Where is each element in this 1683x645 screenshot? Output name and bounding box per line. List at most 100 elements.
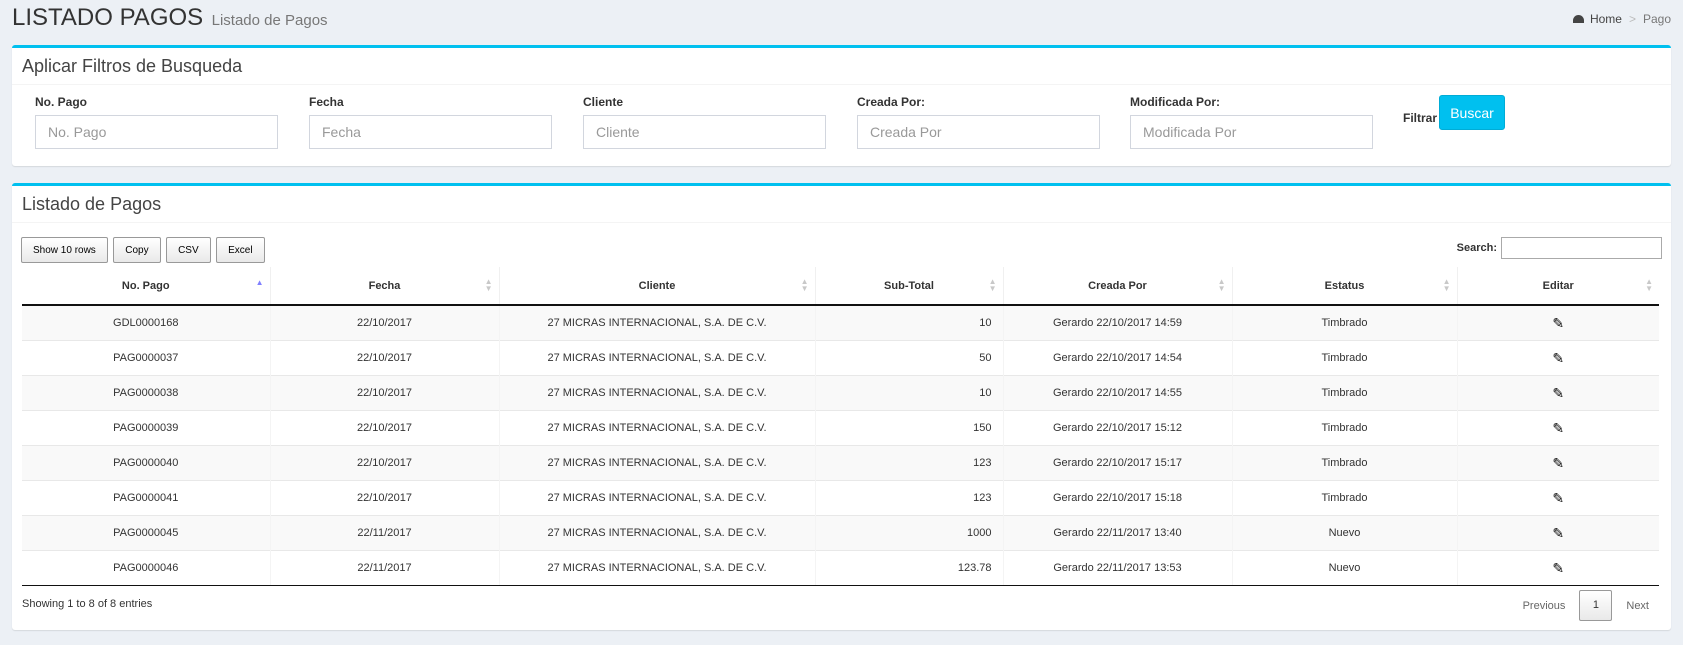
- estatus-cell: Timbrado: [1232, 304, 1458, 341]
- modificada-por-input[interactable]: [1130, 115, 1373, 149]
- sort-icon: ▲ ▼: [484, 277, 493, 293]
- filter-label: No. Pago: [35, 95, 88, 109]
- cliente-cell: 27 MICRAS INTERNACIONAL, S.A. DE C.V.: [499, 340, 816, 376]
- cliente-cell: 27 MICRAS INTERNACIONAL, S.A. DE C.V.: [499, 304, 816, 341]
- pencil-icon[interactable]: ✎: [1552, 455, 1564, 471]
- dashboard-icon: [1572, 15, 1584, 23]
- creada-por-cell: Gerardo 22/10/2017 14:55: [1003, 375, 1233, 411]
- pencil-icon[interactable]: ✎: [1552, 560, 1564, 576]
- next-button[interactable]: Next: [1626, 600, 1649, 612]
- no-pago-cell: PAG0000041: [22, 480, 271, 516]
- creada-por-cell: Gerardo 22/10/2017 14:54: [1003, 340, 1233, 376]
- excel-button[interactable]: Excel: [216, 237, 265, 263]
- table-row: PAG0000045 22/11/2017 27 MICRAS INTERNAC…: [22, 515, 1659, 551]
- fecha-cell: 22/10/2017: [270, 480, 500, 516]
- editar-cell: ✎: [1457, 340, 1659, 376]
- sort-icon: ▲ ▼: [988, 277, 997, 293]
- search-label: Search:: [1456, 241, 1497, 254]
- editar-cell: ✎: [1457, 410, 1659, 446]
- sort-icon: ▲ ▼: [800, 277, 809, 293]
- table-search: Search:: [1457, 237, 1662, 259]
- no-pago-input[interactable]: [35, 115, 278, 149]
- breadcrumb-separator: >: [1628, 12, 1636, 26]
- pagos-table: No. Pago ▲ Fecha ▲ ▼ Cliente ▲ ▼ Sub-Total ▲ ▼ …: [22, 267, 1659, 586]
- buscar-button[interactable]: Buscar: [1439, 95, 1505, 130]
- cliente-cell: 27 MICRAS INTERNACIONAL, S.A. DE C.V.: [499, 410, 816, 446]
- pencil-icon[interactable]: ✎: [1552, 385, 1564, 401]
- filters-box: Aplicar Filtros de Busqueda No. Pago Fec…: [12, 45, 1671, 166]
- page-1-button[interactable]: 1: [1579, 590, 1613, 621]
- column-header[interactable]: Sub-Total ▲ ▼: [815, 267, 1004, 306]
- no-pago-cell: PAG0000045: [22, 515, 271, 551]
- pencil-icon[interactable]: ✎: [1552, 315, 1564, 331]
- table-info: Showing 1 to 8 of 8 entries: [22, 598, 153, 610]
- table-row: GDL0000168 22/10/2017 27 MICRAS INTERNAC…: [22, 304, 1659, 341]
- estatus-cell: Nuevo: [1232, 550, 1458, 586]
- subtotal-cell: 1000: [815, 515, 1004, 551]
- copy-button[interactable]: Copy: [113, 237, 161, 263]
- column-header[interactable]: No. Pago ▲: [22, 267, 271, 306]
- list-box: Listado de Pagos Show 10 rows Copy CSV E…: [12, 183, 1671, 630]
- creada-por-cell: Gerardo 22/10/2017 14:59: [1003, 304, 1233, 341]
- editar-cell: ✎: [1457, 375, 1659, 411]
- editar-cell: ✎: [1457, 480, 1659, 516]
- creada-por-input[interactable]: [857, 115, 1100, 149]
- estatus-cell: Timbrado: [1232, 480, 1458, 516]
- table-toolbar: Show 10 rows Copy CSV Excel: [21, 237, 266, 263]
- table-row: PAG0000041 22/10/2017 27 MICRAS INTERNAC…: [22, 480, 1659, 516]
- fecha-cell: 22/11/2017: [270, 550, 500, 586]
- fecha-cell: 22/10/2017: [270, 340, 500, 376]
- column-header[interactable]: Cliente ▲ ▼: [499, 267, 816, 306]
- cliente-cell: 27 MICRAS INTERNACIONAL, S.A. DE C.V.: [499, 375, 816, 411]
- sort-icon: ▲ ▼: [1217, 277, 1226, 293]
- estatus-cell: Timbrado: [1232, 340, 1458, 376]
- pencil-icon[interactable]: ✎: [1552, 350, 1564, 366]
- page-subtitle: Listado de Pagos: [211, 12, 328, 29]
- estatus-cell: Timbrado: [1232, 445, 1458, 481]
- sort-icon: ▲ ▼: [1645, 277, 1653, 293]
- filter-modificada-por: Modificada Por:: [1130, 95, 1373, 149]
- no-pago-cell: PAG0000038: [22, 375, 271, 411]
- filter-no-pago: No. Pago: [35, 95, 278, 149]
- creada-por-cell: Gerardo 22/10/2017 15:12: [1003, 410, 1233, 446]
- no-pago-cell: PAG0000040: [22, 445, 271, 481]
- estatus-cell: Timbrado: [1232, 375, 1458, 411]
- column-header[interactable]: Editar ▲ ▼: [1457, 267, 1659, 306]
- cliente-cell: 27 MICRAS INTERNACIONAL, S.A. DE C.V.: [499, 445, 816, 481]
- sort-asc-icon: ▲: [255, 278, 264, 287]
- pencil-icon[interactable]: ✎: [1552, 420, 1564, 436]
- pagination: Previous 1 Next: [1523, 590, 1649, 621]
- fecha-cell: 22/10/2017: [270, 375, 500, 411]
- column-header[interactable]: Estatus ▲ ▼: [1232, 267, 1458, 306]
- creada-por-cell: Gerardo 22/11/2017 13:40: [1003, 515, 1233, 551]
- filtrar-label: Filtrar: [1403, 111, 1438, 125]
- cliente-input[interactable]: [583, 115, 826, 149]
- column-header[interactable]: Creada Por ▲ ▼: [1003, 267, 1233, 306]
- creada-por-cell: Gerardo 22/10/2017 15:18: [1003, 480, 1233, 516]
- filter-label: Fecha: [309, 95, 344, 109]
- table-row: PAG0000038 22/10/2017 27 MICRAS INTERNAC…: [22, 375, 1659, 411]
- fecha-input[interactable]: [309, 115, 552, 149]
- creada-por-cell: Gerardo 22/10/2017 15:17: [1003, 445, 1233, 481]
- table-header-row: No. Pago ▲ Fecha ▲ ▼ Cliente ▲ ▼ Sub-Total ▲ ▼ …: [22, 267, 1659, 306]
- csv-button[interactable]: CSV: [166, 237, 211, 263]
- editar-cell: ✎: [1457, 550, 1659, 586]
- show-rows-button[interactable]: Show 10 rows: [21, 237, 108, 263]
- previous-button[interactable]: Previous: [1523, 600, 1566, 612]
- fecha-cell: 22/10/2017: [270, 304, 500, 341]
- column-header[interactable]: Fecha ▲ ▼: [270, 267, 500, 306]
- breadcrumb: Home > Pago: [1572, 12, 1671, 26]
- breadcrumb-home[interactable]: Home: [1590, 12, 1622, 26]
- filter-fecha: Fecha: [309, 95, 552, 149]
- breadcrumb-current: Pago: [1642, 12, 1671, 26]
- pencil-icon[interactable]: ✎: [1552, 490, 1564, 506]
- search-input[interactable]: [1501, 237, 1662, 259]
- pencil-icon[interactable]: ✎: [1552, 525, 1564, 541]
- filter-label: Cliente: [583, 95, 624, 109]
- subtotal-cell: 123.78: [815, 550, 1004, 586]
- fecha-cell: 22/11/2017: [270, 515, 500, 551]
- subtotal-cell: 123: [815, 445, 1004, 481]
- filter-label: Modificada Por:: [1130, 95, 1221, 109]
- editar-cell: ✎: [1457, 304, 1659, 341]
- list-title: Listado de Pagos: [12, 186, 1671, 223]
